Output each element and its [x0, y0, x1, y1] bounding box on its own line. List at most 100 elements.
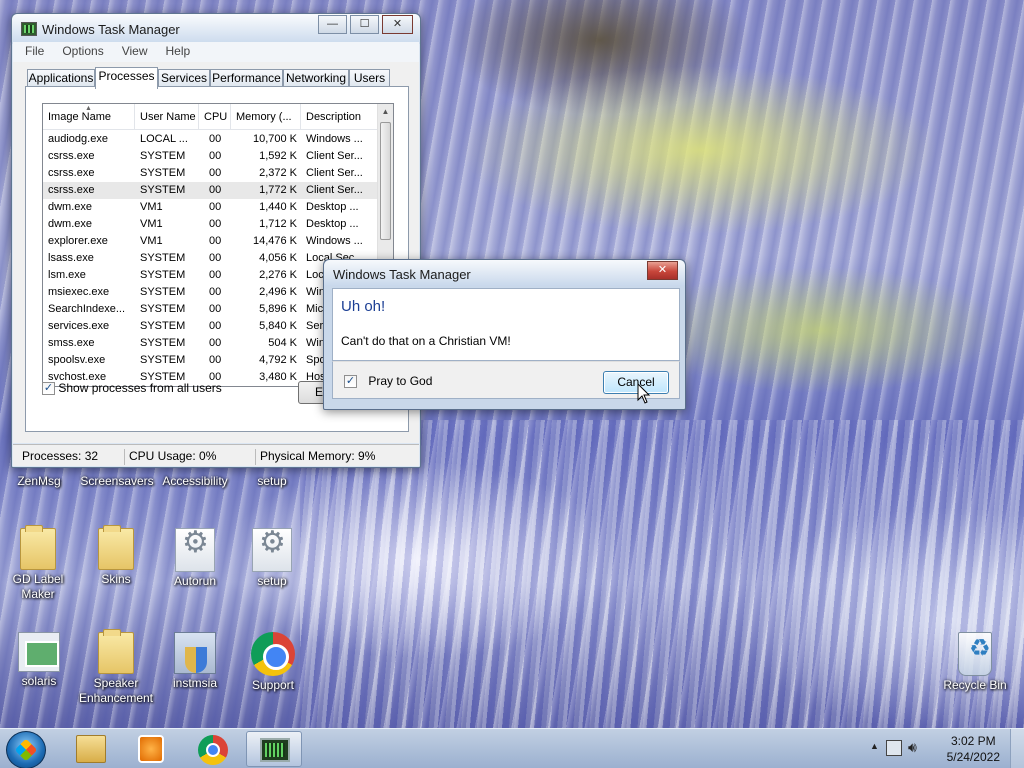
- table-row[interactable]: dwm.exe VM1 00 1,712 K Desktop ...: [43, 216, 379, 233]
- cell-user-name: SYSTEM: [140, 269, 186, 281]
- scroll-up-icon[interactable]: ▲: [378, 104, 393, 120]
- cell-image-name: audiodg.exe: [48, 133, 108, 145]
- scrollbar-thumb[interactable]: [380, 122, 391, 240]
- menu-help[interactable]: Help: [154, 42, 197, 58]
- cell-cpu: 00: [209, 201, 222, 213]
- cell-user-name: SYSTEM: [140, 184, 186, 196]
- cancel-button[interactable]: Cancel: [603, 371, 669, 394]
- task-manager-titlebar[interactable]: Windows Task Manager — ☐ ✕: [12, 14, 420, 44]
- desktop-icon-label: ZenMsg: [17, 474, 61, 488]
- show-hidden-icons-icon[interactable]: ▲: [870, 741, 879, 751]
- desktop-icon-instmsia[interactable]: instmsia: [155, 632, 235, 691]
- desktop-icon-accessibility[interactable]: Accessibility: [155, 474, 235, 489]
- cell-memory: 2,372 K: [259, 167, 297, 179]
- taskbar-task-manager[interactable]: [246, 731, 302, 767]
- start-button[interactable]: [6, 731, 46, 768]
- cell-memory: 4,056 K: [259, 252, 297, 264]
- menu-file[interactable]: File: [13, 42, 50, 58]
- folder-icon: [20, 525, 56, 570]
- chrome-icon: [251, 632, 295, 676]
- close-button[interactable]: ✕: [382, 15, 413, 34]
- desktop-icon-support[interactable]: Support: [233, 632, 313, 693]
- minimize-button[interactable]: —: [318, 15, 347, 34]
- menu-options[interactable]: Options: [50, 42, 109, 58]
- desktop-icon-screensavers[interactable]: Screensavers: [77, 474, 157, 489]
- process-list-header: Image Name User Name CPU Memory (... Des…: [43, 104, 379, 130]
- tab-processes[interactable]: Processes: [95, 67, 158, 89]
- cell-image-name: explorer.exe: [48, 235, 108, 247]
- table-row[interactable]: csrss.exe SYSTEM 00 2,372 K Client Ser...: [43, 165, 379, 182]
- pray-to-god-checkbox[interactable]: ✓: [344, 375, 357, 389]
- media-player-icon: [138, 735, 164, 763]
- volume-icon[interactable]: 🔊︎: [908, 739, 917, 756]
- cell-user-name: SYSTEM: [140, 320, 186, 332]
- cell-memory: 5,840 K: [259, 320, 297, 332]
- desktop-icon-zenmsg[interactable]: ZenMsg: [0, 474, 79, 489]
- desktop-icon-recycle-bin[interactable]: Recycle Bin: [935, 632, 1015, 693]
- installer-shield-icon: [174, 632, 216, 674]
- desktop-icon-label: solaris: [21, 674, 57, 688]
- dialog-close-button[interactable]: ✕: [647, 261, 678, 280]
- cell-user-name: VM1: [140, 235, 163, 247]
- cell-cpu: 00: [209, 184, 222, 196]
- status-cpu-usage: CPU Usage: 0%: [124, 449, 216, 465]
- table-row[interactable]: csrss.exe SYSTEM 00 1,592 K Client Ser...: [43, 148, 379, 165]
- cell-cpu: 00: [209, 303, 222, 315]
- table-row[interactable]: dwm.exe VM1 00 1,440 K Desktop ...: [43, 199, 379, 216]
- desktop-icon-speaker-enhancement[interactable]: Speaker Enhancement: [76, 629, 156, 706]
- cell-cpu: 00: [209, 337, 222, 349]
- table-row[interactable]: audiodg.exe LOCAL ... 00 10,700 K Windows ..…: [43, 131, 379, 148]
- taskbar: ▲ 🔊︎ 3:02 PM 5/24/2022: [0, 728, 1024, 768]
- maximize-button[interactable]: ☐: [350, 15, 379, 34]
- cell-description: Desktop ...: [306, 201, 359, 213]
- network-icon[interactable]: [886, 740, 902, 756]
- cell-cpu: 00: [209, 150, 222, 162]
- desktop-icon-gd-label-maker[interactable]: GD Label Maker: [0, 525, 78, 602]
- cell-user-name: SYSTEM: [140, 354, 186, 366]
- cell-user-name: SYSTEM: [140, 286, 186, 298]
- pray-to-god-option[interactable]: ✓ Pray to God: [344, 374, 433, 389]
- desktop-icon-skins[interactable]: Skins: [76, 525, 156, 587]
- show-all-users-checkbox[interactable]: ✓: [42, 382, 55, 396]
- desktop-icon-label: Speaker Enhancement: [78, 676, 154, 705]
- menu-view[interactable]: View: [110, 42, 154, 58]
- cell-memory: 1,772 K: [259, 184, 297, 196]
- desktop-icon-setup-1[interactable]: setup: [232, 474, 312, 489]
- column-user-name[interactable]: User Name: [135, 104, 199, 130]
- cell-image-name: msiexec.exe: [48, 286, 110, 298]
- desktop-icon-autorun[interactable]: Autorun: [155, 528, 235, 589]
- cell-cpu: 00: [209, 269, 222, 281]
- column-memory[interactable]: Memory (...: [231, 104, 301, 130]
- taskbar-chrome[interactable]: [184, 731, 240, 767]
- cell-memory: 1,440 K: [259, 201, 297, 213]
- cell-cpu: 00: [209, 354, 222, 366]
- cell-cpu: 00: [209, 133, 222, 145]
- cell-memory: 1,712 K: [259, 218, 297, 230]
- table-row[interactable]: csrss.exe SYSTEM 00 1,772 K Client Ser...: [43, 182, 379, 199]
- desktop-icon-solaris[interactable]: solaris: [0, 632, 79, 689]
- clock[interactable]: 3:02 PM 5/24/2022: [947, 733, 1000, 765]
- table-row[interactable]: explorer.exe VM1 00 14,476 K Windows ...: [43, 233, 379, 250]
- taskbar-media-player[interactable]: [122, 731, 178, 767]
- desktop-icon-label: Support: [251, 678, 295, 692]
- cell-user-name: SYSTEM: [140, 303, 186, 315]
- cell-memory: 4,792 K: [259, 354, 297, 366]
- status-physical-memory: Physical Memory: 9%: [255, 449, 375, 465]
- dialog-titlebar[interactable]: Windows Task Manager ✕: [324, 260, 685, 286]
- cell-user-name: SYSTEM: [140, 337, 186, 349]
- chrome-icon: [198, 735, 228, 765]
- show-desktop-button[interactable]: [1010, 729, 1024, 768]
- cell-image-name: csrss.exe: [48, 184, 95, 196]
- cell-memory: 10,700 K: [252, 133, 297, 145]
- window-title: Windows Task Manager: [42, 22, 180, 37]
- error-dialog[interactable]: Windows Task Manager ✕ Uh oh! Can't do t…: [323, 259, 686, 410]
- desktop-icon-label: Skins: [101, 572, 131, 586]
- desktop-icon-setup-2[interactable]: setup: [232, 528, 312, 589]
- recycle-bin-icon: [958, 632, 992, 676]
- pray-to-god-label: Pray to God: [368, 374, 433, 388]
- taskbar-explorer[interactable]: [62, 731, 118, 767]
- mouse-pointer-icon: [637, 383, 651, 404]
- show-all-users-option[interactable]: ✓ Show processes from all users: [42, 381, 222, 396]
- column-description[interactable]: Description: [301, 104, 379, 130]
- column-cpu[interactable]: CPU: [199, 104, 231, 130]
